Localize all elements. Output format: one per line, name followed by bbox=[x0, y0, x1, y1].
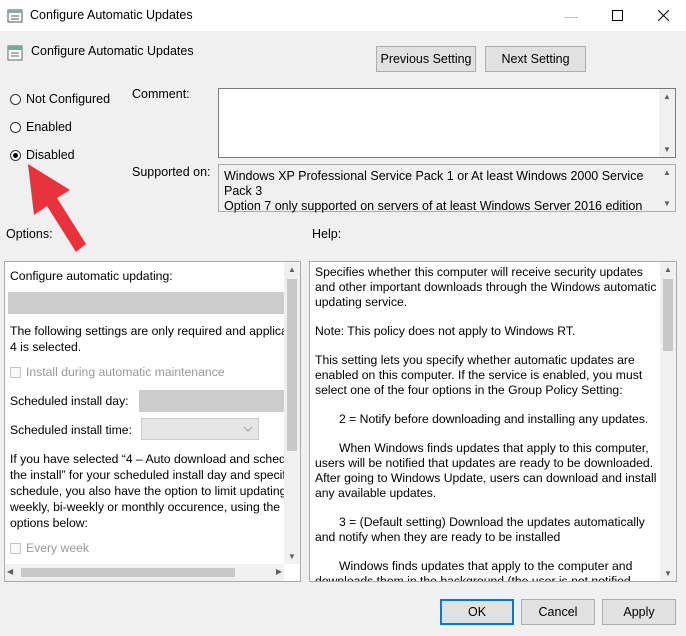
previous-setting-label: Previous Setting bbox=[380, 52, 472, 66]
options-vscrollbar[interactable]: ▲ ▼ bbox=[284, 262, 300, 564]
next-setting-label: Next Setting bbox=[501, 52, 570, 66]
options-hscrollbar[interactable]: ◀ ▶ bbox=[5, 564, 284, 581]
help-label: Help: bbox=[312, 227, 342, 241]
install-maintenance-label: Install during automatic maintenance bbox=[26, 365, 225, 379]
comment-label: Comment: bbox=[132, 87, 190, 101]
supported-scrollbar[interactable]: ▲ ▼ bbox=[659, 165, 675, 211]
para-line-1: If you have selected “4 – Auto download … bbox=[10, 452, 286, 466]
chevron-down-icon bbox=[243, 426, 253, 432]
configure-updating-label: Configure automatic updating: bbox=[10, 269, 173, 283]
policy-icon bbox=[7, 9, 23, 23]
radio-enabled[interactable]: Enabled bbox=[10, 120, 72, 134]
help-paragraph: This setting lets you specify whether au… bbox=[315, 353, 643, 397]
options-label: Options: bbox=[6, 227, 53, 241]
scroll-right-icon[interactable]: ▶ bbox=[276, 567, 282, 576]
every-week-label: Every week bbox=[26, 541, 89, 555]
ok-button[interactable]: OK bbox=[440, 599, 514, 625]
every-week-checkbox[interactable]: Every week bbox=[10, 541, 89, 556]
scroll-down-icon[interactable]: ▼ bbox=[660, 566, 676, 581]
help-paragraph: Specifies whether this computer will rec… bbox=[315, 265, 657, 309]
close-icon bbox=[657, 10, 669, 21]
cancel-label: Cancel bbox=[538, 605, 578, 619]
maximize-button[interactable] bbox=[594, 0, 640, 31]
next-setting-button[interactable]: Next Setting bbox=[485, 46, 586, 72]
scroll-down-icon[interactable]: ▼ bbox=[659, 196, 675, 211]
policy-name: Configure Automatic Updates bbox=[31, 44, 194, 58]
note-line-1: The following settings are only required… bbox=[10, 324, 295, 338]
options-panel: Configure automatic updating: The follow… bbox=[4, 261, 301, 582]
radio-label: Not Configured bbox=[26, 92, 111, 106]
para-line-3: schedule, you also have the option to li… bbox=[10, 484, 287, 498]
radio-label: Enabled bbox=[26, 120, 72, 134]
ok-label: OK bbox=[467, 605, 487, 619]
scroll-down-icon[interactable]: ▼ bbox=[659, 142, 675, 157]
help-paragraph: When Windows finds updates that apply to… bbox=[315, 441, 657, 500]
supported-on-label: Supported on: bbox=[132, 165, 211, 179]
scroll-down-icon[interactable]: ▼ bbox=[284, 549, 300, 564]
maximize-icon bbox=[611, 10, 623, 21]
scroll-up-icon[interactable]: ▲ bbox=[659, 165, 675, 180]
radio-circle[interactable] bbox=[10, 93, 21, 105]
supported-line-1: Windows XP Professional Service Pack 1 o… bbox=[224, 169, 644, 198]
policy-setting-icon bbox=[7, 45, 23, 61]
annotation-arrow-icon bbox=[28, 164, 86, 252]
help-vscrollbar[interactable]: ▲ ▼ bbox=[660, 262, 676, 581]
install-time-dropdown[interactable] bbox=[141, 418, 259, 440]
help-paragraph: 3 = (Default setting) Download the updat… bbox=[315, 515, 645, 544]
radio-not-configured[interactable]: Not Configured bbox=[10, 92, 110, 106]
apply-button[interactable]: Apply bbox=[602, 599, 676, 625]
help-paragraph: Windows finds updates that apply to the … bbox=[315, 559, 633, 582]
apply-label: Apply bbox=[623, 605, 655, 619]
checkbox[interactable] bbox=[10, 543, 21, 555]
install-time-label: Scheduled install time: bbox=[10, 423, 132, 437]
options-hscroll-thumb[interactable] bbox=[21, 568, 235, 577]
checkbox[interactable] bbox=[10, 367, 21, 379]
note-line-2: 4 is selected. bbox=[10, 340, 82, 354]
help-paragraph: Note: This policy does not apply to Wind… bbox=[315, 324, 576, 338]
para-line-5: options below: bbox=[10, 516, 88, 530]
help-text: Specifies whether this computer will rec… bbox=[315, 265, 661, 582]
install-maintenance-checkbox[interactable]: Install during automatic maintenance bbox=[10, 365, 225, 380]
comment-textbox[interactable]: ▲ ▼ bbox=[218, 88, 676, 158]
close-button[interactable] bbox=[640, 0, 686, 31]
options-vscroll-thumb[interactable] bbox=[287, 279, 297, 451]
help-vscroll-thumb[interactable] bbox=[663, 279, 673, 351]
supported-on-box: Windows XP Professional Service Pack 1 o… bbox=[218, 164, 676, 213]
minimize-icon: — bbox=[564, 7, 578, 24]
comment-scrollbar[interactable]: ▲ ▼ bbox=[659, 89, 675, 157]
title-bar: Configure Automatic Updates — bbox=[0, 0, 686, 31]
previous-setting-button[interactable]: Previous Setting bbox=[376, 46, 476, 72]
scroll-left-icon[interactable]: ◀ bbox=[7, 567, 13, 576]
radio-circle-selected[interactable] bbox=[10, 149, 21, 161]
minimize-button[interactable]: — bbox=[548, 0, 594, 31]
para-line-2: the install” for your scheduled install … bbox=[10, 468, 289, 482]
scroll-up-icon[interactable]: ▲ bbox=[659, 89, 675, 104]
supported-line-2: Option 7 only supported on servers of at… bbox=[224, 199, 643, 213]
scroll-up-icon[interactable]: ▲ bbox=[284, 262, 300, 277]
configure-updating-dropdown[interactable] bbox=[8, 292, 285, 314]
help-paragraph: 2 = Notify before downloading and instal… bbox=[339, 412, 649, 426]
cancel-button[interactable]: Cancel bbox=[521, 599, 595, 625]
para-line-4: weekly, bi-weekly or monthly occurence, … bbox=[10, 500, 281, 514]
install-day-dropdown[interactable] bbox=[139, 390, 285, 412]
window-title: Configure Automatic Updates bbox=[30, 8, 193, 22]
install-day-label: Scheduled install day: bbox=[10, 394, 129, 408]
scroll-up-icon[interactable]: ▲ bbox=[660, 262, 676, 277]
help-panel: Specifies whether this computer will rec… bbox=[309, 261, 677, 582]
radio-circle[interactable] bbox=[10, 121, 21, 133]
